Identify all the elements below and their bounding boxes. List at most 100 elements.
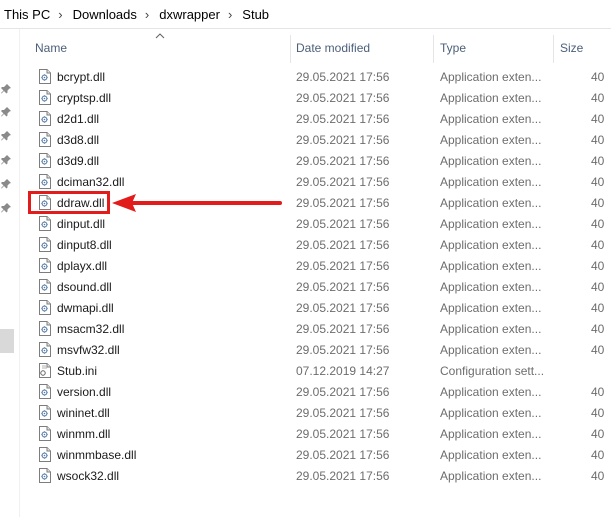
- column-resize-handle[interactable]: [433, 35, 434, 63]
- file-date-modified: 29.05.2021 17:56: [296, 91, 390, 105]
- file-size: 40: [591, 406, 605, 420]
- file-name[interactable]: dinput.dll: [57, 214, 105, 235]
- file-type: Application exten...: [440, 385, 542, 399]
- file-type: Application exten...: [440, 91, 542, 105]
- file-date-modified: 29.05.2021 17:56: [296, 133, 390, 147]
- chevron-right-icon[interactable]: ›: [228, 7, 232, 22]
- file-size: 40: [591, 448, 605, 462]
- file-size: 40: [591, 175, 605, 189]
- file-row[interactable]: wininet.dll 29.05.2021 17:56 Application e…: [20, 403, 611, 424]
- file-row[interactable]: d3d9.dll 29.05.2021 17:56 Application exte…: [20, 151, 611, 172]
- file-date-modified: 29.05.2021 17:56: [296, 301, 390, 315]
- file-row[interactable]: msvfw32.dll 29.05.2021 17:56 Application e…: [20, 340, 611, 361]
- file-size: 40: [591, 427, 605, 441]
- file-row[interactable]: d3d8.dll 29.05.2021 17:56 Application exte…: [20, 130, 611, 151]
- file-size: 40: [591, 280, 605, 294]
- file-date-modified: 29.05.2021 17:56: [296, 385, 390, 399]
- column-header-size[interactable]: Size: [560, 29, 583, 65]
- file-date-modified: 29.05.2021 17:56: [296, 175, 390, 189]
- file-row[interactable]: msacm32.dll 29.05.2021 17:56 Application e…: [20, 319, 611, 340]
- file-row[interactable]: dplayx.dll 29.05.2021 17:56 Application ex…: [20, 256, 611, 277]
- file-row[interactable]: cryptsp.dll 29.05.2021 17:56 Application e…: [20, 88, 611, 109]
- file-row[interactable]: bcrypt.dll 29.05.2021 17:56 Application ex…: [20, 67, 611, 88]
- file-type: Application exten...: [440, 322, 542, 336]
- dll-file-icon: [39, 279, 51, 294]
- file-date-modified: 29.05.2021 17:56: [296, 427, 390, 441]
- file-name[interactable]: d2d1.dll: [57, 109, 99, 130]
- file-row[interactable]: Stub.ini 07.12.2019 14:27 Configuration se…: [20, 361, 611, 382]
- file-name[interactable]: d3d8.dll: [57, 130, 99, 151]
- nav-selected-item[interactable]: [0, 329, 14, 353]
- breadcrumb-item-dxwrapper[interactable]: dxwrapper: [159, 7, 220, 22]
- file-name[interactable]: bcrypt.dll: [57, 67, 105, 88]
- chevron-right-icon[interactable]: ›: [58, 7, 62, 22]
- chevron-right-icon[interactable]: ›: [145, 7, 149, 22]
- file-name[interactable]: dsound.dll: [57, 277, 112, 298]
- file-row[interactable]: wsock32.dll 29.05.2021 17:56 Application e…: [20, 466, 611, 487]
- file-date-modified: 29.05.2021 17:56: [296, 238, 390, 252]
- pin-icon: [1, 131, 11, 141]
- file-size: 40: [591, 70, 605, 84]
- file-name[interactable]: wsock32.dll: [57, 466, 119, 487]
- file-name[interactable]: wininet.dll: [57, 403, 110, 424]
- breadcrumb-item-this-pc[interactable]: This PC: [0, 7, 50, 22]
- file-date-modified: 29.05.2021 17:56: [296, 280, 390, 294]
- file-list: bcrypt.dll 29.05.2021 17:56 Application ex…: [20, 67, 611, 487]
- column-header-row: Name Date modified Type Size: [20, 29, 611, 65]
- file-name[interactable]: msvfw32.dll: [57, 340, 120, 361]
- dll-file-icon: [39, 174, 51, 189]
- file-name[interactable]: dciman32.dll: [57, 172, 124, 193]
- file-size: 40: [591, 91, 605, 105]
- file-size: 40: [591, 238, 605, 252]
- file-row[interactable]: winmmbase.dll 29.05.2021 17:56 Application…: [20, 445, 611, 466]
- breadcrumb-item-downloads[interactable]: Downloads: [73, 7, 137, 22]
- file-date-modified: 29.05.2021 17:56: [296, 259, 390, 273]
- file-name[interactable]: version.dll: [57, 382, 111, 403]
- file-type: Application exten...: [440, 259, 542, 273]
- file-date-modified: 07.12.2019 14:27: [296, 364, 390, 378]
- dll-file-icon: [39, 216, 51, 231]
- file-name[interactable]: dplayx.dll: [57, 256, 107, 277]
- file-name[interactable]: d3d9.dll: [57, 151, 99, 172]
- column-header-date-modified[interactable]: Date modified: [296, 29, 370, 65]
- file-row[interactable]: dinput.dll 29.05.2021 17:56 Application ex…: [20, 214, 611, 235]
- column-resize-handle[interactable]: [553, 35, 554, 63]
- dll-file-icon: [39, 447, 51, 462]
- file-name[interactable]: Stub.ini: [57, 361, 97, 382]
- file-type: Application exten...: [440, 427, 542, 441]
- dll-file-icon: [39, 384, 51, 399]
- file-name[interactable]: dwmapi.dll: [57, 298, 114, 319]
- file-type: Application exten...: [440, 301, 542, 315]
- breadcrumb-item-stub[interactable]: Stub: [242, 7, 269, 22]
- pin-icon: [1, 203, 11, 213]
- file-row[interactable]: winmm.dll 29.05.2021 17:56 Application ext…: [20, 424, 611, 445]
- dll-file-icon: [39, 300, 51, 315]
- file-name[interactable]: msacm32.dll: [57, 319, 124, 340]
- file-name[interactable]: winmm.dll: [57, 424, 110, 445]
- file-size: 40: [591, 196, 605, 210]
- column-header-type[interactable]: Type: [440, 29, 466, 65]
- file-row[interactable]: dwmapi.dll 29.05.2021 17:56 Application ex…: [20, 298, 611, 319]
- column-header-name[interactable]: Name: [35, 29, 67, 65]
- file-name[interactable]: winmmbase.dll: [57, 445, 136, 466]
- file-type: Application exten...: [440, 70, 542, 84]
- file-row[interactable]: dsound.dll 29.05.2021 17:56 Application ex…: [20, 277, 611, 298]
- file-row[interactable]: dciman32.dll 29.05.2021 17:56 Application …: [20, 172, 611, 193]
- dll-file-icon: [39, 111, 51, 126]
- file-name[interactable]: dinput8.dll: [57, 235, 112, 256]
- highlight-box: [28, 191, 110, 214]
- dll-file-icon: [39, 258, 51, 273]
- file-name[interactable]: cryptsp.dll: [57, 88, 111, 109]
- file-size: 40: [591, 133, 605, 147]
- file-row[interactable]: version.dll 29.05.2021 17:56 Application e…: [20, 382, 611, 403]
- file-type: Application exten...: [440, 238, 542, 252]
- column-resize-handle[interactable]: [290, 35, 291, 63]
- breadcrumb: This PC › Downloads › dxwrapper › Stub: [0, 0, 611, 28]
- navigation-pane[interactable]: [0, 29, 19, 517]
- dll-file-icon: [39, 468, 51, 483]
- file-row[interactable]: dinput8.dll 29.05.2021 17:56 Application e…: [20, 235, 611, 256]
- file-type: Application exten...: [440, 343, 542, 357]
- file-type: Application exten...: [440, 133, 542, 147]
- pin-icon: [1, 155, 11, 165]
- file-row[interactable]: d2d1.dll 29.05.2021 17:56 Application exte…: [20, 109, 611, 130]
